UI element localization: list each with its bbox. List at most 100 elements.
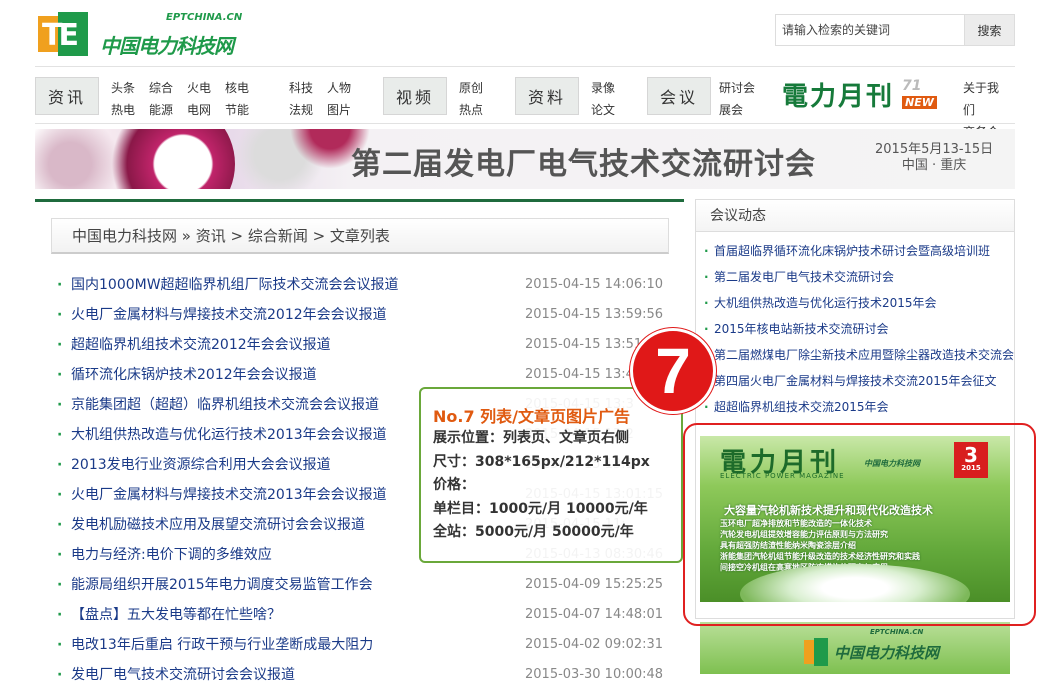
article-title[interactable]: 循环流化床锅炉技术2012年会会议报道 [71, 362, 317, 388]
article-title[interactable]: 电改13年后重启 行政干预与行业垄断成最大阻力 [71, 632, 373, 658]
logo-mark-icon [814, 638, 828, 666]
magazine-nav-title: 電力月刊 [782, 82, 895, 112]
logo-domain: EPTCHINA.CN [166, 12, 243, 23]
nav-section-news[interactable]: 资讯 [35, 77, 99, 115]
nav-link[interactable]: 论文 [591, 99, 615, 121]
ad-info-line: 价格： [433, 477, 475, 493]
nav-link[interactable]: 展会 [719, 99, 743, 121]
list-item[interactable]: · 发电厂电气技术交流研讨会会议报道 2015-03-30 10:00:48 [57, 662, 667, 692]
nav-link[interactable]: 头条 [111, 77, 135, 99]
bullet-icon: · [704, 322, 709, 336]
about-link[interactable]: 关于我们 [963, 77, 1001, 121]
bullet-icon: · [704, 296, 709, 310]
event-title[interactable]: 2015年核电站新技术交流研讨会 [714, 320, 889, 338]
event-item[interactable]: · 大机组供热改造与优化运行技术2015年会 [704, 294, 1014, 320]
nav-link[interactable]: 热电 [111, 99, 135, 121]
bullet-icon: · [57, 517, 63, 533]
ad-logo-domain: EPTCHINA.CN [870, 628, 924, 636]
bullet-icon: · [57, 547, 63, 563]
list-item[interactable]: · 【盘点】五大发电等都在忙些啥？ 2015-04-07 14:48:01 [57, 602, 667, 632]
nav-link[interactable]: 录像 [591, 77, 615, 99]
article-date: 2015-03-30 10:00:48 [525, 667, 664, 682]
bullet-icon: · [57, 337, 63, 353]
second-ad-image[interactable]: EPTCHINA.CN 中国电力科技网 [700, 622, 1010, 674]
event-item[interactable]: · 首届超临界循环流化床锅炉技术研讨会暨高级培训班 [704, 242, 1014, 268]
bullet-icon: · [57, 367, 63, 383]
article-title[interactable]: 电力与经济:电价下调的多维效应 [71, 542, 272, 568]
nav-section-meetings[interactable]: 会议 [647, 77, 711, 115]
nav-link[interactable]: 科技 [289, 77, 313, 99]
bullet-icon: · [704, 244, 709, 258]
nav-link[interactable]: 综合 [149, 77, 173, 99]
event-title[interactable]: 第四届火电厂金属材料与焊接技术交流2015年会征文 [714, 372, 997, 390]
article-title[interactable]: 超超临界机组技术交流2012年会会议报道 [71, 332, 331, 358]
nav-section-resources[interactable]: 资料 [515, 77, 579, 115]
article-title[interactable]: 【盘点】五大发电等都在忙些啥？ [71, 602, 281, 628]
nav-link[interactable]: 火电 [187, 77, 211, 99]
list-item[interactable]: · 能源局组织开展2015年电力调度交易监管工作会 2015-04-09 15:25… [57, 572, 667, 602]
search-input[interactable] [775, 14, 965, 46]
article-date: 2015-04-02 09:02:31 [525, 637, 664, 652]
event-title[interactable]: 第二届燃煤电厂除尘新技术应用暨除尘器改造技术交流会 [714, 346, 1014, 364]
bullet-icon: · [704, 400, 709, 414]
bullet-icon: · [704, 270, 709, 284]
ad-info-line: 单栏目：1000元/月 10000元/年 [433, 500, 648, 517]
list-item[interactable]: · 火电厂金属材料与焊接技术交流2012年会会议报道 2015-04-15 13:5… [57, 302, 667, 332]
list-item[interactable]: · 国内1000MW超超临界机组厂际技术交流会会议报道 2015-04-15 14:… [57, 272, 667, 302]
article-title[interactable]: 2013发电行业资源综合利用大会会议报道 [71, 452, 331, 478]
article-title[interactable]: 火电厂金属材料与焊接技术交流2013年会会议报道 [71, 482, 387, 508]
nav-link[interactable]: 电网 [187, 99, 211, 121]
banner-title: 第二届发电厂电气技术交流研讨会 [351, 147, 816, 182]
nav-news-links: 头条 综合 火电 核电 热电 能源 电网 节能 [111, 77, 263, 121]
event-item[interactable]: · 超超临界机组技术交流2015年会 [704, 398, 1014, 424]
new-badge: NEW [902, 96, 937, 109]
article-title[interactable]: 能源局组织开展2015年电力调度交易监管工作会 [71, 572, 373, 598]
logo-mark-icon: TE [38, 12, 94, 56]
article-title[interactable]: 火电厂金属材料与焊接技术交流2012年会会议报道 [71, 302, 387, 328]
nav-link[interactable]: 节能 [225, 99, 249, 121]
bullet-icon: · [57, 667, 63, 683]
article-title[interactable]: 发电机励磁技术应用及展望交流研讨会会议报道 [71, 512, 365, 538]
list-item[interactable]: · 电改13年后重启 行政干预与行业垄断成最大阻力 2015-04-02 09:02… [57, 632, 667, 662]
list-item[interactable]: · 超超临界机组技术交流2012年会会议报道 2015-04-15 13:51: [57, 332, 667, 362]
nav-link[interactable]: 核电 [225, 77, 249, 99]
nav-link[interactable]: 法规 [289, 99, 313, 121]
ad-number-badge: 7 [630, 328, 716, 414]
event-item[interactable]: · 第二届发电厂电气技术交流研讨会 [704, 268, 1014, 294]
event-title[interactable]: 第二届发电厂电气技术交流研讨会 [714, 268, 894, 286]
nav-link[interactable]: 图片 [327, 99, 351, 121]
search-button[interactable]: 搜索 [965, 14, 1015, 46]
bullet-icon: · [57, 307, 63, 323]
ad-slot-highlight [683, 423, 1036, 626]
magazine-nav-logo[interactable]: 電力月刊 71 NEW [782, 76, 942, 116]
bullet-icon: · [57, 607, 63, 623]
nav-news-links-2: 科技 人物 法规 图片 [289, 77, 365, 121]
ad-info-line: 展示位置：列表页、文章页右侧 [433, 430, 629, 446]
nav-link[interactable]: 人物 [327, 77, 351, 99]
article-title[interactable]: 大机组供热改造与优化运行技术2013年会会议报道 [71, 422, 387, 448]
bullet-icon: · [57, 277, 63, 293]
article-title[interactable]: 京能集团超（超超）临界机组技术交流会会议报道 [71, 392, 379, 418]
nav-link[interactable]: 能源 [149, 99, 173, 121]
event-title[interactable]: 大机组供热改造与优化运行技术2015年会 [714, 294, 937, 312]
article-date: 2015-04-15 13:59:56 [525, 307, 664, 322]
event-item[interactable]: · 2015年核电站新技术交流研讨会 [704, 320, 1014, 346]
nav-link[interactable]: 原创 [459, 77, 483, 99]
article-date: 2015-04-09 15:25:25 [525, 577, 664, 592]
article-date: 2015-04-07 14:48:01 [525, 607, 664, 622]
nav-section-video[interactable]: 视频 [383, 77, 447, 115]
nav-link[interactable]: 研讨会 [719, 77, 755, 99]
search-bar: 搜索 [775, 14, 1015, 46]
article-date: 2015-04-15 14:06:10 [525, 277, 664, 292]
article-title[interactable]: 发电厂电气技术交流研讨会会议报道 [71, 662, 295, 688]
site-logo[interactable]: TE EPTCHINA.CN 中国电力科技网 [38, 10, 248, 60]
conference-banner[interactable]: 第二届发电厂电气技术交流研讨会 2015年5月13-15日 中国 · 重庆 [35, 129, 1015, 189]
ad-info-line: 尺寸：308*165px/212*114px [433, 453, 650, 470]
event-item[interactable]: ·第四届火电厂金属材料与焊接技术交流2015年会征文 [704, 372, 1014, 398]
nav-link[interactable]: 热点 [459, 99, 483, 121]
article-title[interactable]: 国内1000MW超超临界机组厂际技术交流会会议报道 [71, 272, 399, 298]
event-item[interactable]: ·第二届燃煤电厂除尘新技术应用暨除尘器改造技术交流会 [704, 346, 1014, 372]
article-date: 2015-04-15 13:51: [525, 337, 647, 352]
event-title[interactable]: 首届超临界循环流化床锅炉技术研讨会暨高级培训班 [714, 242, 990, 260]
event-title[interactable]: 超超临界机组技术交流2015年会 [714, 398, 889, 416]
